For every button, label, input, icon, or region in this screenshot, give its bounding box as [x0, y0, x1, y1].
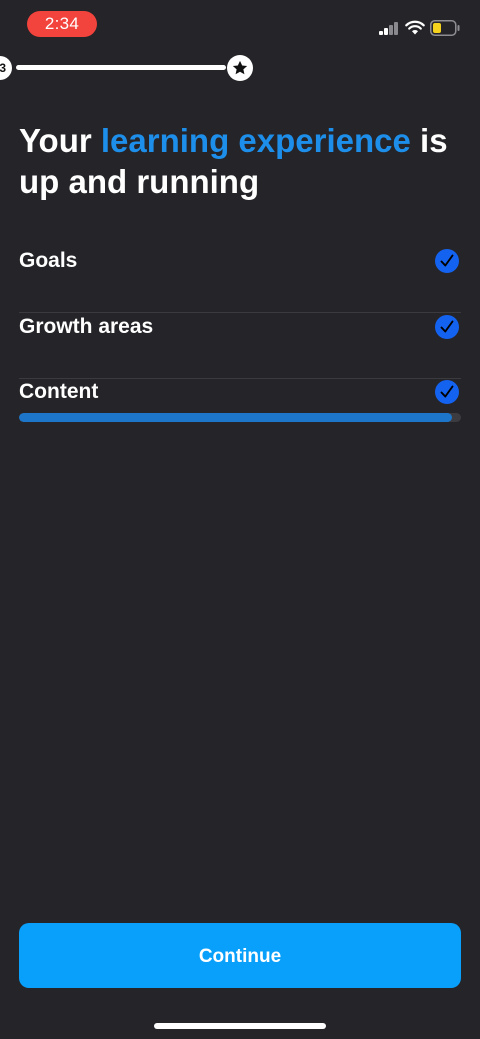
onboarding-screen: 2:34 3 Your learning experience is up an… [0, 0, 480, 1039]
check-circle-icon [435, 380, 459, 404]
cellular-signal-icon [379, 22, 401, 35]
checklist-item-label: Goals [19, 249, 78, 272]
checklist-item-content: Content [19, 379, 461, 409]
check-circle-icon [435, 315, 459, 339]
wifi-icon [405, 20, 425, 35]
checklist-item-goals: Goals [19, 248, 461, 313]
home-indicator[interactable] [154, 1023, 326, 1029]
check-circle-icon [435, 249, 459, 273]
continue-button[interactable]: Continue [19, 923, 461, 988]
content-progress-bar [19, 413, 461, 422]
checklist-item-growth-areas: Growth areas [19, 314, 461, 379]
title-highlight: learning experience [100, 122, 411, 159]
status-time[interactable]: 2:34 [27, 11, 97, 37]
content-progress-fill [19, 413, 453, 422]
checklist-item-label: Content [19, 380, 99, 403]
battery-low-icon [430, 20, 460, 36]
star-icon [227, 55, 253, 81]
checklist-item-label: Growth areas [19, 315, 154, 338]
title-text-before: Your [19, 122, 101, 159]
step-badge: 3 [0, 56, 12, 80]
page-title: Your learning experience is up and runni… [19, 120, 464, 202]
step-progress-line [16, 65, 226, 70]
